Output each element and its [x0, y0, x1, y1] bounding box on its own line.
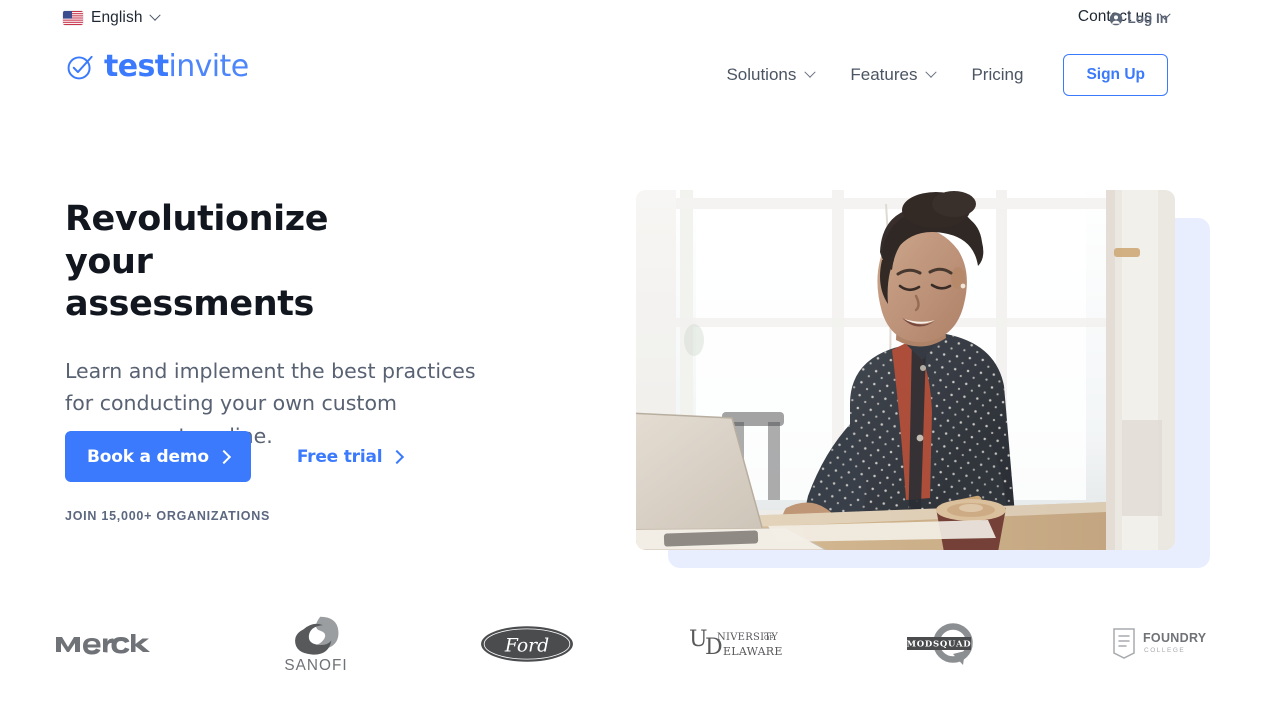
free-trial-label: Free trial [296, 446, 383, 467]
foundry-college-logo: FOUNDRY COLLEGE [1110, 625, 1210, 663]
check-circle-icon [65, 52, 95, 82]
chevron-down-icon [148, 9, 161, 21]
ford-logo: Ford [480, 625, 574, 663]
hero-photo [636, 190, 1175, 550]
merck-logo [55, 631, 155, 657]
brand-wordmark: testinvite [104, 52, 249, 82]
free-trial-button[interactable]: Free trial [291, 446, 409, 468]
client-logo-modsquad: MODSQUAD [843, 605, 1054, 683]
language-label: English [91, 9, 143, 26]
book-a-demo-label: Book a demo [87, 446, 209, 467]
brand-name-light: invite [168, 49, 250, 84]
hero-visual [636, 190, 1216, 580]
nav-item-label: Features [850, 65, 918, 84]
modsquad-logo: MODSQUAD [903, 623, 995, 665]
chevron-down-icon [925, 66, 938, 78]
svg-text:Ford: Ford [504, 635, 549, 656]
client-logo-merck [0, 605, 211, 683]
university-of-delaware-logo: U D NIVERSITY OF ELAWARE [688, 623, 788, 665]
hero-cta-row: Book a demo Free trial [65, 431, 408, 482]
svg-text:OF: OF [764, 634, 774, 642]
svg-text:SANOFI: SANOFI [285, 657, 348, 674]
login-label: Log In [1127, 11, 1169, 26]
sanofi-logo: SANOFI [274, 614, 358, 674]
hero-copy: Revolutionize your assessments Learn and… [65, 198, 565, 452]
book-a-demo-button[interactable]: Book a demo [65, 431, 251, 482]
landing-page: English Contact us Log In testinvite Sol… [0, 0, 1265, 718]
page-title: Revolutionize your assessments [65, 199, 329, 325]
client-logo-ford: Ford [422, 605, 633, 683]
utility-bar: English Contact us Log In [0, 0, 1265, 40]
nav-item-label: Pricing [971, 65, 1024, 84]
nav-item-solutions[interactable]: Solutions [708, 57, 832, 93]
us-flag-icon [63, 11, 83, 25]
login-link[interactable]: Log In [1109, 11, 1169, 26]
user-circle-icon [1109, 12, 1123, 26]
nav-item-pricing[interactable]: Pricing [953, 57, 1041, 93]
social-proof-text: JOIN 15,000+ ORGANIZATIONS [65, 509, 271, 523]
chevron-right-icon [390, 449, 405, 464]
svg-text:COLLEGE: COLLEGE [1144, 647, 1185, 654]
language-selector[interactable]: English [63, 9, 161, 27]
client-logo-strip: SANOFI Ford U D NIVERSITY OF ELAWARE MOD… [0, 605, 1265, 683]
brand-logo[interactable]: testinvite [65, 52, 249, 82]
client-logo-foundry-college: FOUNDRY COLLEGE [1054, 605, 1265, 683]
chevron-down-icon [804, 66, 817, 78]
main-nav: Solutions Features Pricing Sign Up [708, 54, 1168, 96]
chevron-right-icon [216, 449, 231, 464]
client-logo-university-of-delaware: U D NIVERSITY OF ELAWARE [632, 605, 843, 683]
sign-up-button[interactable]: Sign Up [1063, 54, 1168, 96]
site-header: testinvite Solutions Features Pricing Si… [0, 40, 1265, 108]
client-logo-sanofi: SANOFI [211, 605, 422, 683]
nav-item-label: Solutions [726, 65, 797, 84]
nav-item-features[interactable]: Features [832, 57, 953, 93]
svg-text:ELAWARE: ELAWARE [723, 645, 783, 658]
svg-text:FOUNDRY: FOUNDRY [1143, 631, 1207, 645]
svg-text:MODSQUAD: MODSQUAD [906, 640, 971, 650]
brand-name-bold: test [104, 49, 169, 84]
